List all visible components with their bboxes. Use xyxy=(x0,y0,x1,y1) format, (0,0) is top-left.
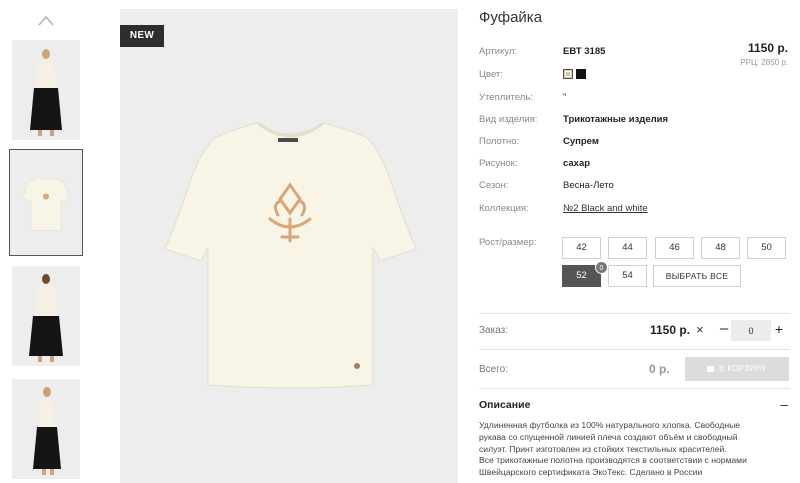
collection-link[interactable]: №2 Black and white xyxy=(563,203,648,214)
order-price: 1150 р. xyxy=(650,323,691,337)
description-collapse-toggle[interactable]: – xyxy=(780,396,788,412)
rrp-price: РРЦ: 2850 р. xyxy=(740,58,788,67)
description-title: Описание xyxy=(479,399,531,411)
size-count-badge: 0 xyxy=(595,261,608,274)
product-info-panel: Фуфайка 1150 р. РРЦ: 2850 р. Артикул: ЕВ… xyxy=(479,0,790,483)
season-label: Сезон: xyxy=(479,180,509,191)
order-label: Заказ: xyxy=(479,325,509,336)
size-option-48[interactable]: 48 xyxy=(701,237,740,259)
product-main-image[interactable]: NEW xyxy=(120,9,458,483)
add-to-cart-label: В КОРЗИНУ xyxy=(719,364,767,373)
description-line: Швейцарского сертификата ЭкоТекс. Сделан… xyxy=(479,467,703,478)
description-text: Удлиненная футболка из 100% натурального… xyxy=(479,420,790,479)
new-badge: NEW xyxy=(120,25,164,47)
product-title: Фуфайка xyxy=(479,9,543,26)
model-back-image xyxy=(12,266,80,366)
pattern-value: сахар xyxy=(563,158,591,169)
model-side-image xyxy=(12,379,80,479)
size-option-44[interactable]: 44 xyxy=(608,237,647,259)
description-line: Все трикотажные полотна производятся в с… xyxy=(479,455,747,466)
thumbnail-2[interactable] xyxy=(9,149,83,256)
article-label: Артикул: xyxy=(479,46,518,57)
divider xyxy=(479,313,790,314)
size-option-42[interactable]: 42 xyxy=(562,237,601,259)
description-line: силуэт. Принт изготовлен из стойких текс… xyxy=(479,443,727,454)
quantity-input[interactable] xyxy=(731,320,771,341)
size-label: Рост/размер: xyxy=(479,237,537,248)
quantity-decrease-button[interactable]: – xyxy=(717,320,731,340)
size-option-50[interactable]: 50 xyxy=(747,237,786,259)
thumbnail-4[interactable] xyxy=(12,379,80,479)
tshirt-image xyxy=(120,9,458,483)
add-to-cart-button[interactable]: В КОРЗИНУ xyxy=(685,357,789,381)
size-option-46[interactable]: 46 xyxy=(655,237,694,259)
fabric-label: Полотно: xyxy=(479,136,520,147)
description-line: Удлиненная футболка из 100% натурального… xyxy=(479,420,741,430)
pattern-label: Рисунок: xyxy=(479,158,518,169)
article-value: ЕВТ 3185 xyxy=(563,46,606,57)
color-swatch-black[interactable] xyxy=(576,69,586,79)
size-option-54[interactable]: 54 xyxy=(608,265,647,287)
description-line: рукава со спущенной линией плеча создают… xyxy=(479,431,738,442)
collection-label: Коллекция: xyxy=(479,203,529,214)
fabric-value: Супрем xyxy=(563,136,599,147)
times-icon: × xyxy=(696,322,704,337)
total-label: Всего: xyxy=(479,364,508,375)
total-price: 0 р. xyxy=(649,362,670,376)
thumbnail-1[interactable] xyxy=(12,40,80,140)
color-swatch-beige[interactable] xyxy=(563,69,573,79)
flat-tee-image xyxy=(12,152,80,253)
select-all-sizes-button[interactable]: ВЫБРАТЬ ВСЕ xyxy=(653,265,741,287)
divider xyxy=(479,349,790,350)
season-value: Весна-Лето xyxy=(563,180,614,191)
product-type-value: Трикотажные изделия xyxy=(563,114,669,125)
product-price: 1150 р. xyxy=(747,41,788,55)
thumbnail-gallery xyxy=(0,0,92,483)
insulation-value: " xyxy=(563,92,567,103)
divider xyxy=(479,388,790,389)
chevron-up-icon[interactable] xyxy=(37,14,55,28)
color-label: Цвет: xyxy=(479,69,503,80)
product-type-label: Вид изделия: xyxy=(479,114,538,125)
quantity-increase-button[interactable]: + xyxy=(772,320,786,340)
model-front-image xyxy=(12,40,80,140)
cart-icon xyxy=(707,366,715,372)
thumbnail-3[interactable] xyxy=(12,266,80,366)
insulation-label: Утеплитель: xyxy=(479,92,533,103)
